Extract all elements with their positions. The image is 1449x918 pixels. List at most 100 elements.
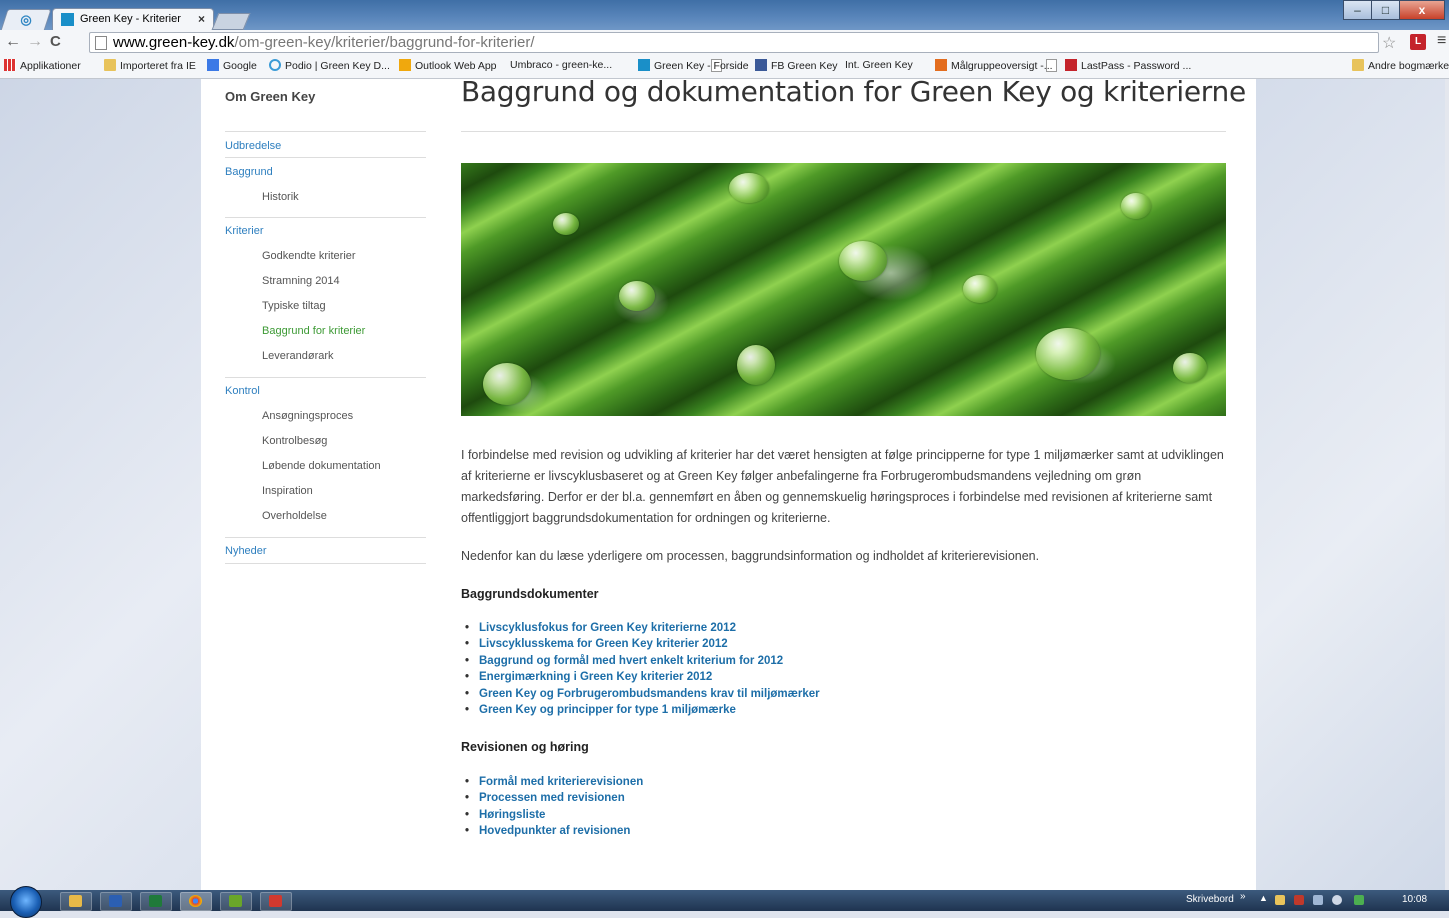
doc-link[interactable]: Livscyklusfokus for Green Key kriteriern…: [465, 622, 820, 638]
revision-link[interactable]: Processen med revisionen: [465, 792, 643, 808]
toolbar-chevron-icon[interactable]: »: [1240, 891, 1246, 902]
dewdrop: [729, 173, 769, 203]
bookmark-maalgruppeoversigt[interactable]: Målgruppeoversigt -...: [935, 59, 1053, 72]
browser-toolbar: ← → C www.green-key.dk/om-green-key/krit…: [0, 30, 1449, 54]
dewdrop: [1173, 353, 1207, 383]
taskbar-clock[interactable]: 10:08: [1402, 894, 1427, 905]
dewdrop: [553, 213, 579, 235]
taskbar-excel[interactable]: [140, 892, 172, 911]
show-hidden-icons-icon[interactable]: ▲: [1259, 893, 1268, 903]
folder-icon: [104, 59, 116, 71]
bookmark-star-icon[interactable]: ☆: [1382, 33, 1396, 53]
minimize-button[interactable]: –: [1343, 0, 1372, 20]
window-close-button[interactable]: x: [1399, 0, 1445, 20]
taskbar-word[interactable]: [100, 892, 132, 911]
sidebar-item-kriterier[interactable]: Kriterier: [225, 225, 264, 237]
reload-icon[interactable]: C: [50, 33, 61, 51]
bookmarks-bar: Applikationer Importeret fra IE Google P…: [0, 54, 1449, 79]
bookmark-label: Green Key - Forside: [654, 60, 749, 72]
lastpass-extension-icon[interactable]: L: [1410, 34, 1426, 50]
scrollbar[interactable]: [1445, 79, 1449, 890]
bookmark-label: Applikationer: [20, 60, 81, 72]
sidebar-item-baggrund[interactable]: Baggrund: [225, 166, 273, 178]
page-viewport: Om Green Key Udbredelse Baggrund Histori…: [0, 79, 1449, 890]
taskbar-chrome[interactable]: [180, 892, 212, 911]
chrome-menu-icon[interactable]: ≡: [1437, 32, 1446, 50]
sidebar-item-kontrol[interactable]: Kontrol: [225, 385, 260, 397]
revision-link[interactable]: Formål med kriterierevisionen: [465, 776, 643, 792]
sidebar-item-overholdelse[interactable]: Overholdelse: [262, 510, 327, 522]
apps-tab[interactable]: ◎: [0, 9, 52, 31]
back-arrow-icon[interactable]: ←: [5, 33, 21, 51]
lastpass-icon: [1065, 59, 1077, 71]
url-text[interactable]: www.green-key.dk/om-green-key/kriterier/…: [113, 34, 535, 51]
doc-link[interactable]: Livscyklusskema for Green Key kriterier …: [465, 638, 820, 654]
sidebar-item-leverandoerark[interactable]: Leverandørark: [262, 350, 334, 362]
bookmark-label: Int. Green Key: [845, 59, 913, 71]
intro-paragraph: I forbindelse med revision og udvikling …: [461, 448, 1224, 525]
tray-volume-icon[interactable]: [1332, 895, 1342, 905]
docs-list: Livscyklusfokus for Green Key kriteriern…: [465, 622, 820, 720]
taskbar-explorer[interactable]: [60, 892, 92, 911]
address-bar[interactable]: www.green-key.dk/om-green-key/kriterier/…: [89, 32, 1379, 53]
sidebar-item-udbredelse[interactable]: Udbredelse: [225, 140, 281, 152]
sidebar-item-historik[interactable]: Historik: [262, 191, 299, 203]
hero-image-grass-dewdrops: [461, 163, 1226, 416]
tray-flag-icon[interactable]: [1294, 895, 1304, 905]
bookmark-podio[interactable]: Podio | Green Key D...: [269, 59, 390, 72]
maximize-button[interactable]: □: [1371, 0, 1400, 20]
sidebar-title: Om Green Key: [225, 89, 316, 104]
browser-titlebar: ◎ Green Key - Kriterier × – □ x: [0, 0, 1449, 31]
bookmark-green-key-forside[interactable]: Green Key - Forside: [638, 59, 749, 72]
bookmark-applikationer[interactable]: Applikationer: [4, 59, 81, 72]
divider: [225, 537, 426, 538]
taskbar-app[interactable]: [220, 892, 252, 911]
tab-close-icon[interactable]: ×: [198, 12, 205, 26]
tray-network-icon[interactable]: [1313, 895, 1323, 905]
doc-link[interactable]: Energimærkning i Green Key kriterier 201…: [465, 671, 820, 687]
new-tab-button[interactable]: [211, 13, 251, 30]
url-path: /om-green-key/kriterier/baggrund-for-kri…: [234, 34, 535, 51]
start-button[interactable]: [10, 886, 42, 918]
facebook-icon: [755, 59, 767, 71]
taskbar-pdf[interactable]: [260, 892, 292, 911]
dewdrop: [483, 363, 531, 405]
forward-arrow-icon[interactable]: →: [27, 33, 43, 51]
bookmark-label: Umbraco - green-ke...: [510, 59, 613, 71]
sidebar-item-loebende-dokumentation[interactable]: Løbende dokumentation: [262, 460, 381, 472]
doc-link[interactable]: Green Key og Forbrugerombudsmandens krav…: [465, 688, 820, 704]
dewdrop: [1036, 328, 1100, 380]
bookmark-outlook[interactable]: Outlook Web App: [399, 59, 497, 72]
bookmark-lastpass[interactable]: LastPass - Password ...: [1065, 59, 1191, 72]
folder-icon: [69, 895, 82, 907]
tray-app-icon[interactable]: [1354, 895, 1364, 905]
bookmark-importeret[interactable]: Importeret fra IE: [104, 59, 196, 72]
divider: [461, 131, 1226, 132]
tray-mail-icon[interactable]: [1275, 895, 1285, 905]
url-domain: www.green-key.dk: [113, 34, 235, 51]
sidebar-item-stramning-2014[interactable]: Stramning 2014: [262, 275, 340, 287]
sidebar-item-typiske-tiltag[interactable]: Typiske tiltag: [262, 300, 326, 312]
sidebar-item-inspiration[interactable]: Inspiration: [262, 485, 313, 497]
sidebar-item-ansoegningsproces[interactable]: Ansøgningsproces: [262, 410, 353, 422]
revision-link[interactable]: Høringsliste: [465, 809, 643, 825]
revision-link[interactable]: Hovedpunkter af revisionen: [465, 825, 643, 841]
revision-list: Formål med kriterierevisionen Processen …: [465, 776, 643, 842]
app-icon: [229, 895, 242, 907]
doc-link[interactable]: Green Key og principper for type 1 miljø…: [465, 704, 820, 720]
tab-green-key-kriterier[interactable]: Green Key - Kriterier ×: [52, 8, 214, 31]
sidebar-item-kontrolbesoeg[interactable]: Kontrolbesøg: [262, 435, 327, 447]
bookmark-andre[interactable]: Andre bogmærker: [1352, 59, 1449, 72]
bookmark-fb-green-key[interactable]: FB Green Key: [755, 59, 838, 72]
sidebar-item-baggrund-for-kriterier[interactable]: Baggrund for kriterier: [262, 325, 365, 337]
sidebar-item-godkendte-kriterier[interactable]: Godkendte kriterier: [262, 250, 356, 262]
desktop-toolbar-label[interactable]: Skrivebord: [1186, 894, 1234, 905]
doc-link[interactable]: Baggrund og formål med hvert enkelt krit…: [465, 655, 820, 671]
bookmark-google[interactable]: Google: [207, 59, 257, 72]
bookmark-int-green-key[interactable]: Int. Green Key: [845, 59, 1057, 72]
bookmark-umbraco[interactable]: Umbraco - green-ke...: [510, 59, 722, 72]
sidebar-item-nyheder[interactable]: Nyheder: [225, 545, 267, 557]
apps-icon: [4, 59, 16, 71]
divider: [225, 131, 426, 132]
pdf-icon: [269, 895, 282, 907]
